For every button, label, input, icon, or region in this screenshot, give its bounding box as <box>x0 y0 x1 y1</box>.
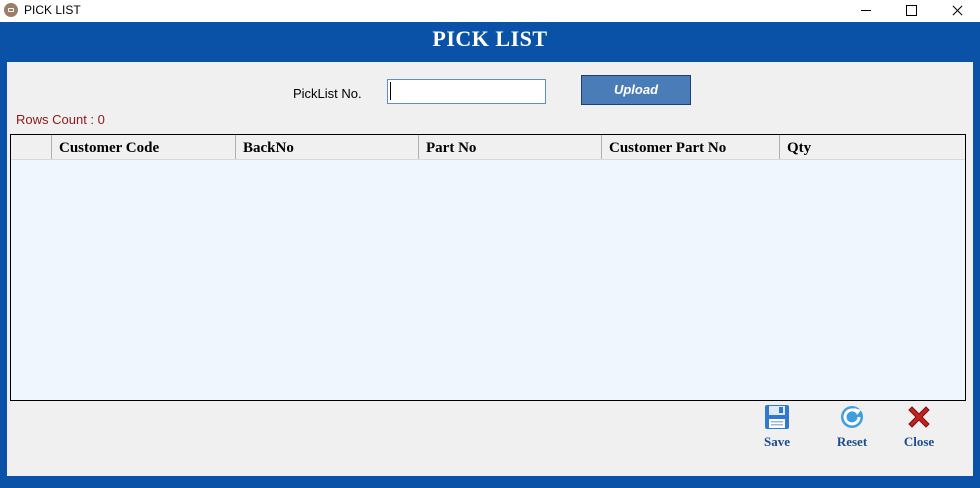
upload-button[interactable]: Upload <box>581 75 691 105</box>
minimize-button[interactable] <box>842 0 888 22</box>
maximize-button[interactable] <box>888 0 934 22</box>
column-header-selector[interactable] <box>11 135 52 159</box>
page-title: PICK LIST <box>432 26 548 51</box>
window-close-button[interactable] <box>934 0 980 22</box>
refresh-icon <box>841 406 863 428</box>
red-x-icon <box>908 406 930 428</box>
window-titlebar: PICK LIST <box>0 0 980 22</box>
window-title: PICK LIST <box>24 3 81 17</box>
column-header-backno[interactable]: BackNo <box>236 135 419 159</box>
close-button[interactable]: Close <box>891 403 947 453</box>
close-label: Close <box>903 434 935 449</box>
app-icon <box>4 3 18 17</box>
grid-header: Customer Code BackNo Part No Customer Pa… <box>11 135 965 160</box>
save-label: Save <box>764 434 790 449</box>
column-header-customer-code[interactable]: Customer Code <box>52 135 236 159</box>
reset-button[interactable]: Reset <box>824 403 880 453</box>
text-caret <box>390 82 391 100</box>
column-header-qty[interactable]: Qty <box>780 135 965 159</box>
picklist-label: PickList No. <box>293 86 362 101</box>
rows-count: Rows Count : 0 <box>16 112 105 127</box>
column-header-customer-part-no[interactable]: Customer Part No <box>602 135 780 159</box>
picklist-input[interactable] <box>387 79 546 104</box>
save-button[interactable]: Save <box>749 403 805 453</box>
reset-label: Reset <box>836 434 868 449</box>
floppy-disk-icon <box>765 405 789 429</box>
column-header-part-no[interactable]: Part No <box>419 135 602 159</box>
picklist-grid[interactable]: Customer Code BackNo Part No Customer Pa… <box>10 134 966 401</box>
